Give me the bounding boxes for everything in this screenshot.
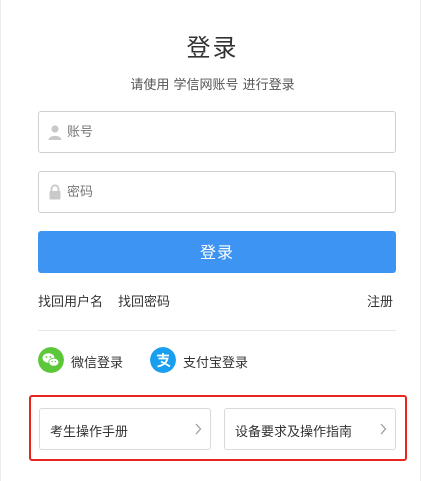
- page-title: 登录: [186, 34, 239, 62]
- alipay-login-label: 支付宝登录: [183, 356, 249, 371]
- password-input[interactable]: [67, 172, 387, 212]
- wechat-login-button[interactable]: 微信登录: [38, 347, 133, 373]
- login-button[interactable]: 登录: [38, 231, 396, 273]
- candidate-manual-label: 考生操作手册: [50, 425, 129, 440]
- chevron-right-icon: [195, 423, 202, 435]
- account-input[interactable]: [67, 112, 387, 152]
- page-subtitle: 请使用 学信网账号 进行登录: [130, 78, 295, 93]
- device-requirements-button[interactable]: 设备要求及操作指南: [224, 408, 396, 450]
- account-field[interactable]: [38, 111, 396, 153]
- find-password-link[interactable]: 找回密码: [118, 291, 170, 310]
- find-username-link[interactable]: 找回用户名: [38, 291, 103, 310]
- lock-icon: [49, 184, 61, 200]
- wechat-icon: [38, 347, 64, 373]
- chevron-right-icon: [380, 423, 387, 435]
- register-link[interactable]: 注册: [367, 291, 393, 310]
- user-icon: [48, 125, 62, 140]
- divider: [38, 330, 396, 331]
- alipay-login-button[interactable]: 支付宝登录: [150, 347, 260, 373]
- panel-right-border: [420, 0, 421, 481]
- password-field[interactable]: [38, 171, 396, 213]
- wechat-login-label: 微信登录: [71, 356, 124, 371]
- candidate-manual-button[interactable]: 考生操作手册: [39, 408, 211, 450]
- device-requirements-label: 设备要求及操作指南: [235, 425, 353, 440]
- panel-left-border: [0, 0, 1, 481]
- alipay-icon: [150, 347, 176, 373]
